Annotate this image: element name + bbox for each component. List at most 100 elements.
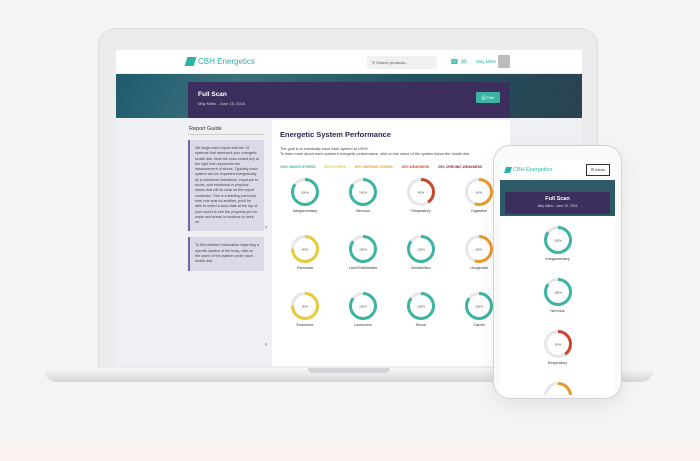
dial-value: 100% <box>554 238 562 242</box>
chevron-right-icon[interactable]: › <box>265 225 267 231</box>
scan-subtitle: May Miles - June 15, 2015 <box>198 101 245 106</box>
mobile-system-gauge: 30% Respiratory <box>500 330 615 365</box>
system-gauge: 80% Endocrine <box>277 292 333 327</box>
legend-item: 60% CHRONIC STRESS <box>354 165 393 169</box>
user-name[interactable]: May Miles <box>476 59 496 64</box>
system-performance-panel: Energetic System Performance The goal is… <box>272 120 510 366</box>
dial-value: 40% <box>418 190 424 194</box>
guide-paragraph-details: To find detailed information regarding a… <box>188 237 264 271</box>
mobile-system-link[interactable]: Respiratory <box>500 361 615 365</box>
dial-value: 30% <box>554 342 560 346</box>
mobile-gauge-list: 100% Integumentary 100% Nervous 30% Respirato… <box>500 216 615 395</box>
dial-value: 100% <box>417 304 425 308</box>
health-dial: 100% <box>543 278 572 306</box>
dial-value: 60% <box>476 247 482 251</box>
panel-description: The goal is to eventually have each syst… <box>280 147 470 157</box>
system-link[interactable]: Locomotor <box>335 323 391 327</box>
leaf-icon <box>504 167 512 173</box>
mobile-system-link[interactable]: Integumentary <box>500 257 615 261</box>
legend-item: 100% MINOR STRESS <box>280 165 316 169</box>
legend-item: 20% CHRONIC WEAKNESS <box>438 165 483 169</box>
divider <box>188 134 264 135</box>
menu-label: Menu <box>595 167 606 172</box>
menu-button[interactable]: ☰ Menu <box>586 164 610 176</box>
health-dial: 100% <box>349 292 377 320</box>
dial-value: 60% <box>476 190 482 194</box>
legend-item: 40% WEAKNESS <box>401 165 430 169</box>
scan-header: Full Scan May Miles - June 15, 2015 ⎙ Pr… <box>188 82 510 118</box>
system-link[interactable]: Endocrine <box>277 323 333 327</box>
mobile-brand-logo[interactable]: CBH Energetics <box>504 167 553 173</box>
search-placeholder: Search products... <box>376 60 409 65</box>
system-gauge: 100% Blood <box>393 292 449 327</box>
system-gauge: 100% Nervous <box>335 178 391 213</box>
health-dial: 100% <box>291 178 319 206</box>
report-guide: Report Guide We begin each report with t… <box>188 126 264 316</box>
system-gauge: 80% Pancreas <box>277 235 333 270</box>
system-link[interactable]: Liver/Gallbladder <box>335 266 391 270</box>
health-dial: 100% <box>543 226 572 254</box>
system-link[interactable]: Blood <box>393 323 449 327</box>
brand-name: CBH Energetics <box>198 57 255 66</box>
mobile-scan-title: Full Scan <box>545 196 570 202</box>
leaf-icon <box>184 57 197 66</box>
panel-desc-line2: To learn more about each system's energe… <box>280 152 470 157</box>
system-link[interactable]: Nervous <box>335 209 391 213</box>
health-dial: 100% <box>465 292 493 320</box>
dial-value: 100% <box>554 290 562 294</box>
phone-icon[interactable]: ☎ <box>450 58 459 66</box>
mobile-system-link[interactable]: Nervous <box>500 309 615 313</box>
system-link[interactable]: Pancreas <box>277 266 333 270</box>
dial-value: 100% <box>417 247 425 251</box>
guide-paragraph-intro: We begin each report with the 14 systems… <box>188 140 264 232</box>
mobile-header: CBH Energetics ☰ Menu <box>500 160 615 180</box>
mail-icon[interactable]: ✉ <box>461 58 467 66</box>
health-dial: 100% <box>349 235 377 263</box>
mobile-system-gauge: 60%Digestive <box>500 382 615 395</box>
mobile-system-gauge: 100% Nervous <box>500 278 615 313</box>
dial-value: 80% <box>302 304 308 308</box>
dial-value: 100% <box>475 304 483 308</box>
dial-value: 100% <box>359 190 367 194</box>
mobile-system-gauge: 100% Integumentary <box>500 226 615 261</box>
mobile-scan-subtitle: May Miles - June 15, 2015 <box>537 204 578 208</box>
laptop-notch <box>308 368 390 373</box>
brand-logo[interactable]: CBH Energetics <box>184 57 255 66</box>
health-dial: 80% <box>291 235 319 263</box>
print-button[interactable]: ⎙ Print <box>476 92 500 103</box>
report-guide-title: Report Guide <box>189 126 222 132</box>
gauge-grid: 100% Integumentary 100% Nervous 40% Respirato… <box>280 178 502 364</box>
panel-title: Energetic System Performance <box>280 130 391 139</box>
legend-item: 80% STRESS <box>324 165 346 169</box>
system-gauge: 100% Liver/Gallbladder <box>335 235 391 270</box>
health-dial: 100% <box>349 178 377 206</box>
system-gauge: 100% Metabolism <box>393 235 449 270</box>
system-link[interactable]: Respiratory <box>393 209 449 213</box>
dial-value: 100% <box>359 304 367 308</box>
scan-title: Full Scan <box>198 91 227 98</box>
health-dial: 60% <box>465 178 493 206</box>
chevron-right-icon[interactable]: › <box>265 342 267 348</box>
print-label: Print <box>486 95 495 100</box>
mobile-brand-name: CBH Energetics <box>513 167 553 173</box>
health-dial: 80% <box>291 292 319 320</box>
system-link[interactable]: Integumentary <box>277 209 333 213</box>
health-dial: 60% <box>465 235 493 263</box>
dial-value: 100% <box>359 247 367 251</box>
dial-value: 60% <box>554 394 560 395</box>
dial-value: 80% <box>302 247 308 251</box>
phone-screen: CBH Energetics ☰ Menu 100% Integumentary 1… <box>500 160 615 395</box>
search-input[interactable]: ⚲ Search products... <box>367 56 437 69</box>
health-dial: 100% <box>407 292 435 320</box>
system-gauge: 100% Integumentary <box>277 178 333 213</box>
stress-legend: 100% MINOR STRESS 80% STRESS 60% CHRONIC S… <box>280 165 482 169</box>
health-dial: 30% <box>543 330 572 358</box>
health-dial: 40% <box>407 178 435 206</box>
system-gauge: 100% Locomotor <box>335 292 391 327</box>
dial-value: 100% <box>301 190 309 194</box>
system-link[interactable]: Metabolism <box>393 266 449 270</box>
system-gauge: 40% Respiratory <box>393 178 449 213</box>
avatar[interactable] <box>498 55 510 68</box>
background-floor <box>0 440 700 461</box>
health-dial: 60% <box>543 382 572 395</box>
